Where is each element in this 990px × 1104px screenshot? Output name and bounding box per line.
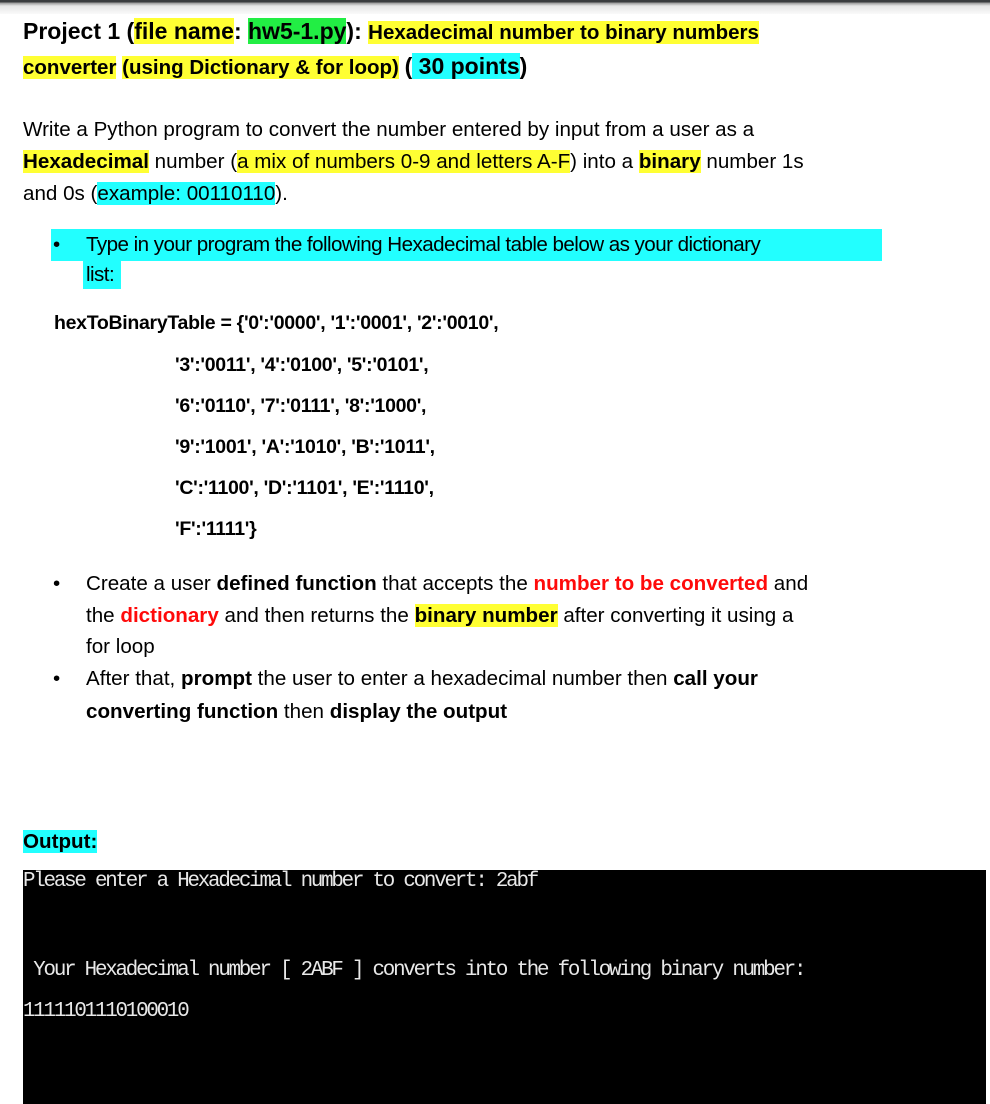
- title-prefix: Project 1 (: [23, 18, 135, 44]
- binary-keyword: binary: [638, 150, 701, 173]
- intro-text: ).: [275, 182, 288, 205]
- file-name-label: file name: [134, 18, 234, 44]
- text: that accepts the: [376, 572, 534, 595]
- hexadecimal-keyword: Hexadecimal: [23, 150, 149, 173]
- bullet-text-line-1: Type in your program the following Hexad…: [86, 233, 761, 256]
- code-line: hexToBinaryTable = {'0':'0000', '1':'000…: [54, 312, 499, 334]
- display-output-keyword: display the output: [329, 700, 508, 723]
- title-topic-converter: converter: [23, 56, 117, 79]
- file-name: hw5-1.py: [248, 18, 347, 44]
- title-topic: Hexadecimal number to binary numbers: [368, 21, 759, 44]
- bullet-icon: •: [53, 233, 61, 256]
- intro-paragraph: Write a Python program to convert the nu…: [23, 114, 923, 210]
- binary-example: example: 00110110: [97, 182, 276, 205]
- code-line: 'F':'1111'}: [175, 518, 257, 540]
- code-line: '6':'0110', '7':'0111', '8':'1000',: [175, 395, 427, 417]
- text: and: [768, 572, 809, 595]
- code-line: '9':'1001', 'A':'1010', 'B':'1011',: [175, 436, 435, 458]
- project-title-line-2: converter (using Dictionary & for loop) …: [23, 49, 527, 85]
- intro-line-2: Hexadecimal number (a mix of numbers 0-9…: [23, 146, 923, 178]
- hex-digits-note: a mix of numbers 0-9 and letters A-F: [237, 150, 571, 173]
- prompt-keyword: prompt: [181, 667, 252, 690]
- intro-line-3: and 0s (example: 00110110).: [23, 178, 923, 210]
- intro-text: number (: [148, 150, 238, 173]
- window-top-edge: [0, 0, 990, 14]
- text: the user to enter a hexadecimal number t…: [251, 667, 674, 690]
- intro-text: and 0s (: [23, 182, 98, 205]
- bullet-icon: •: [53, 667, 61, 690]
- bullet-icon: •: [53, 572, 61, 595]
- console-result-line: Your Hexadecimal number [ 2ABF ] convert…: [23, 959, 806, 982]
- bullet-line: After that, prompt the user to enter a h…: [86, 663, 758, 695]
- defined-function-keyword: defined function: [216, 572, 377, 595]
- number-to-convert-keyword: number to be converted: [533, 572, 769, 595]
- title-close: ):: [346, 18, 369, 44]
- text: and then returns the: [218, 604, 415, 627]
- text: then: [278, 700, 330, 723]
- code-line: 'C':'1100', 'D':'1101', 'E':'1110',: [175, 477, 434, 499]
- intro-line-1: Write a Python program to convert the nu…: [23, 118, 755, 141]
- output-label: Output:: [23, 830, 98, 853]
- text: the: [86, 604, 121, 627]
- converting-function-keyword: converting function: [86, 700, 279, 723]
- text: after converting it using a: [557, 604, 794, 627]
- output-heading: Output:: [23, 827, 98, 857]
- dictionary-keyword: dictionary: [120, 604, 219, 627]
- console-binary-output: 1111101110100010: [23, 1000, 190, 1023]
- code-line: '3':'0011', '4':'0100', '5':'0101',: [175, 354, 429, 376]
- call-keyword: call your: [673, 667, 758, 690]
- intro-text: number 1s: [700, 150, 804, 173]
- binary-number-keyword: binary number: [414, 604, 558, 627]
- bullet-line: the dictionary and then returns the bina…: [86, 600, 793, 632]
- bullet-line: for loop: [86, 635, 155, 658]
- console-prompt-line: Please enter a Hexadecimal number to con…: [23, 870, 539, 893]
- bullet-line: Create a user defined function that acce…: [86, 568, 808, 600]
- bullet-line: converting function then display the out…: [86, 696, 507, 728]
- text: After that,: [86, 667, 182, 690]
- points-value: 30 points: [412, 53, 520, 79]
- bullet-text-line-2: list:: [86, 263, 115, 286]
- text: Create a user: [86, 572, 217, 595]
- title-topic-method: (using Dictionary & for loop): [122, 56, 399, 79]
- points-close: ): [519, 53, 528, 79]
- console-output: Please enter a Hexadecimal number to con…: [23, 870, 986, 1104]
- title-colon: :: [233, 18, 248, 44]
- project-title-line-1: Project 1 (file name: hw5-1.py): Hexadec…: [23, 14, 759, 50]
- intro-text: ) into a: [570, 150, 639, 173]
